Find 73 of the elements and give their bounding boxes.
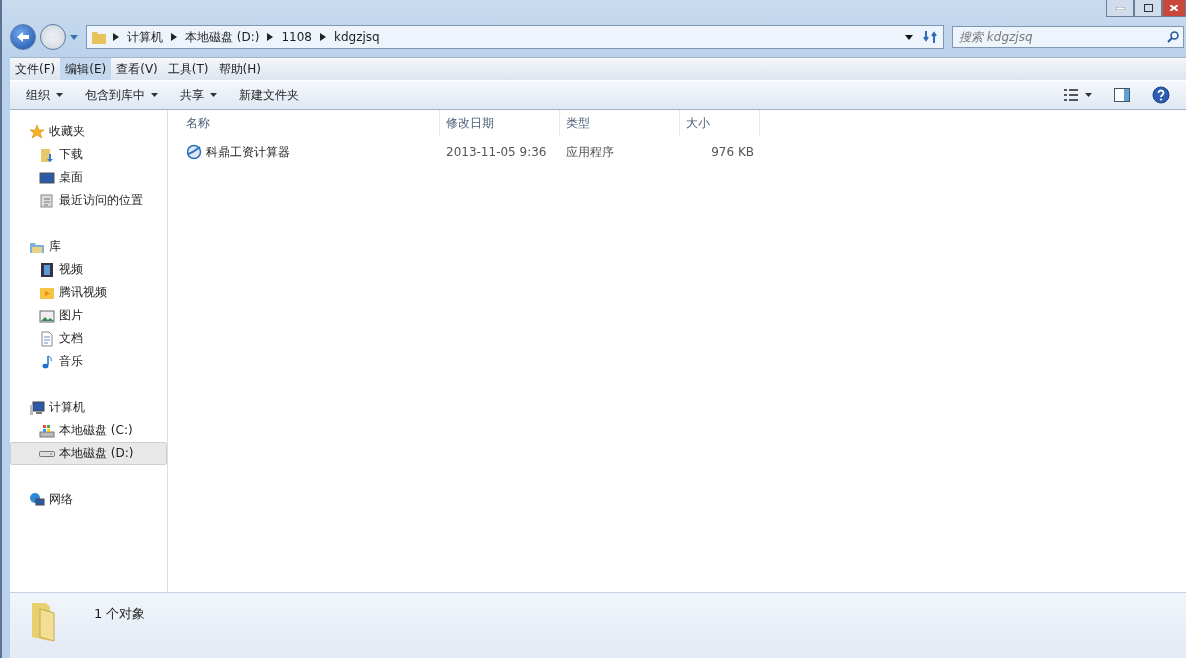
menu-item[interactable]: 工具(T) xyxy=(162,58,214,80)
sidebar-group[interactable]: 网络 xyxy=(10,488,167,511)
menu-item[interactable]: 文件(F) xyxy=(10,58,61,80)
preview-pane-icon xyxy=(1114,88,1130,102)
close-icon xyxy=(1170,5,1178,11)
file-size: 976 KB xyxy=(710,144,755,161)
column-header[interactable]: 大小 xyxy=(680,110,760,136)
maximize-icon xyxy=(1143,4,1153,12)
back-button[interactable] xyxy=(10,24,36,50)
minimize-icon xyxy=(1115,6,1125,10)
menu-item[interactable]: 编辑(E) xyxy=(60,58,112,80)
sidebar-item[interactable]: 最近访问的位置 xyxy=(10,189,167,212)
close-button[interactable] xyxy=(1162,0,1186,17)
sidebar-group[interactable]: 库 xyxy=(10,235,167,258)
breadcrumb-arrow-icon xyxy=(171,33,177,41)
sidebar-item[interactable]: 文档 xyxy=(10,327,167,350)
folder-icon xyxy=(91,29,107,45)
caret-icon xyxy=(56,93,63,97)
column-header[interactable]: 修改日期 xyxy=(440,110,560,136)
menu-item[interactable]: 查看(V) xyxy=(111,58,163,80)
document-icon xyxy=(39,330,55,347)
breadcrumb[interactable]: kdgzjsq xyxy=(328,30,386,44)
recent-pages-caret-icon xyxy=(70,34,78,40)
breadcrumb[interactable]: 1108 xyxy=(275,30,318,44)
network-icon xyxy=(29,491,45,508)
breadcrumb[interactable]: 计算机 xyxy=(121,28,169,46)
desktop-icon xyxy=(39,169,55,186)
film-icon xyxy=(39,261,55,278)
sidebar-item[interactable]: 本地磁盘 (D:) xyxy=(10,442,167,465)
back-arrow-icon xyxy=(16,31,30,43)
sidebar-group[interactable]: 计算机 xyxy=(10,396,167,419)
breadcrumb-arrow-icon xyxy=(320,33,326,41)
column-header[interactable]: 类型 xyxy=(560,110,680,136)
picture-icon xyxy=(39,307,55,324)
forward-button[interactable] xyxy=(40,24,66,50)
toolbar-button[interactable]: 组织 xyxy=(18,84,71,106)
toolbar-button[interactable]: 新建文件夹 xyxy=(231,84,307,106)
toolbar-button[interactable]: 共享 xyxy=(172,84,225,106)
sidebar-item[interactable]: 本地磁盘 (C:) xyxy=(10,419,167,442)
refresh-icon xyxy=(923,30,939,44)
breadcrumb-arrow-icon xyxy=(113,33,119,41)
recent-places-icon xyxy=(39,192,55,209)
details-view-icon xyxy=(1063,88,1079,102)
maximize-button[interactable] xyxy=(1134,0,1162,17)
menu-item[interactable]: 帮助(H) xyxy=(213,58,266,80)
search-icon xyxy=(1167,31,1179,43)
computer-icon xyxy=(29,399,45,416)
drive-icon xyxy=(39,450,55,457)
help-icon xyxy=(1152,86,1170,104)
sidebar-item[interactable]: 下载 xyxy=(10,143,167,166)
sidebar-item[interactable]: 桌面 xyxy=(10,166,167,189)
caret-icon xyxy=(151,93,158,97)
system-drive-icon xyxy=(39,422,55,439)
search-field[interactable]: 搜索 kdgzjsq xyxy=(952,26,1184,48)
status-text: 1 个对象 xyxy=(94,605,146,623)
breadcrumb[interactable]: 本地磁盘 (D:) xyxy=(179,28,266,46)
sidebar-item[interactable]: 腾讯视频 xyxy=(10,281,167,304)
breadcrumb-arrow-icon xyxy=(267,33,274,41)
file-type: 应用程序 xyxy=(565,143,615,161)
toolbar-button[interactable]: 包含到库中 xyxy=(77,84,166,106)
modified-date: 2013-11-05 9:36 xyxy=(445,144,548,161)
caret-icon xyxy=(1085,93,1092,97)
star-icon xyxy=(29,123,45,140)
sidebar-group[interactable]: 收藏夹 xyxy=(10,120,167,143)
folder-download-icon xyxy=(39,146,55,163)
column-header[interactable]: 名称 xyxy=(180,110,440,136)
address-bar[interactable]: 计算机 本地磁盘 (D:) 1108 kdgzjsq xyxy=(86,25,944,49)
file-name[interactable]: 科鼎工资计算器 xyxy=(180,140,440,164)
sidebar-item[interactable]: 视频 xyxy=(10,258,167,281)
caret-icon xyxy=(210,93,217,97)
sidebar-item[interactable]: 图片 xyxy=(10,304,167,327)
sidebar-item[interactable]: 音乐 xyxy=(10,350,167,373)
dropdown-caret-icon xyxy=(905,34,913,40)
